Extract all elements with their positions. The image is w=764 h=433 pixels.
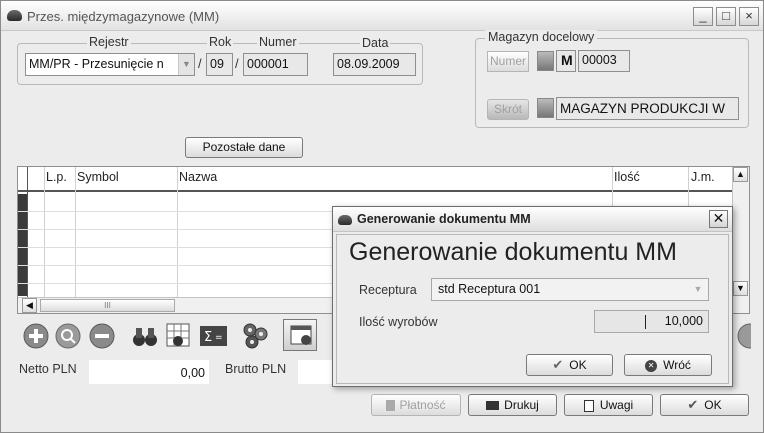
edit-icon[interactable] [55, 323, 81, 349]
dialog-ok-button[interactable]: ✔ OK [526, 354, 613, 376]
rok-label: Rok [207, 35, 234, 49]
note-icon [583, 399, 594, 412]
receptura-select[interactable]: std Receptura 001 ▼ [431, 278, 709, 301]
column-jm[interactable]: J.m. [691, 170, 715, 184]
scroll-up-icon[interactable]: ▲ [733, 167, 748, 182]
window-title: Przes. międzymagazynowe (MM) [27, 9, 220, 24]
row-marker [18, 284, 27, 296]
rejestr-select[interactable]: MM/PR - Przesunięcie n ▼ [25, 53, 195, 76]
separator-slash-2: / [235, 56, 239, 71]
magazyn-prefix: M [556, 50, 576, 72]
ilosc-wyrobow-value: 10,000 [664, 314, 703, 328]
receptura-value: std Receptura 001 [438, 282, 541, 296]
partial-circle-icon[interactable] [737, 323, 751, 349]
horizontal-scrollbar[interactable]: ◀ III [18, 297, 338, 313]
drukuj-button[interactable]: Drukuj [468, 394, 557, 416]
chevron-down-icon[interactable]: ▼ [178, 54, 194, 75]
numer-button[interactable]: Numer [487, 51, 529, 72]
netto-value: 0,00 [89, 360, 209, 384]
maximize-button[interactable]: □ [716, 7, 736, 26]
row-marker [18, 194, 27, 211]
dialog-body: Generowanie dokumentu MM Receptura std R… [336, 234, 729, 384]
column-divider [44, 167, 45, 297]
cancel-icon: ✕ [645, 359, 658, 372]
scroll-down-icon[interactable]: ▼ [733, 281, 748, 296]
magazyn-docelowy-label: Magazyn docelowy [485, 30, 598, 44]
row-marker [18, 266, 27, 283]
text-cursor [645, 315, 646, 329]
generowanie-dialog: Generowanie dokumentu MM ✕ Generowanie d… [332, 206, 733, 387]
column-ilosc[interactable]: Ilość [614, 170, 640, 184]
table-search-icon[interactable] [166, 323, 192, 349]
numer-field[interactable]: 000001 [243, 53, 308, 76]
svg-text:=: = [215, 333, 223, 343]
separator-slash: / [198, 56, 202, 71]
uwagi-label: Uwagi [599, 398, 634, 412]
dialog-wroc-label: Wróć [663, 358, 691, 372]
rejestr-value: MM/PR - Przesunięcie n [29, 57, 164, 71]
dialog-title-bar: Generowanie dokumentu MM ✕ [333, 207, 732, 232]
magazyn-numer-field[interactable]: 00003 [578, 50, 630, 72]
magazyn-nazwa-field[interactable]: MAGAZYN PRODUKCJI W [556, 97, 739, 120]
data-label: Data [360, 36, 391, 50]
sum-icon[interactable]: Σ = [199, 323, 229, 349]
uwagi-button[interactable]: Uwagi [564, 394, 653, 416]
netto-label: Netto PLN [19, 362, 77, 376]
scroll-thumb[interactable]: III [40, 299, 175, 312]
skrot-button[interactable]: Skrót [487, 99, 529, 120]
platnosc-label: Płatność [399, 398, 446, 412]
chevron-down-icon[interactable]: ▼ [690, 281, 706, 298]
column-lp[interactable]: L.p. [46, 170, 67, 184]
remove-icon[interactable] [89, 323, 115, 349]
column-divider [75, 167, 76, 297]
pozostale-dane-button[interactable]: Pozostałe dane [185, 137, 303, 158]
rok-field[interactable]: 09 [206, 53, 233, 76]
ilosc-wyrobow-field[interactable]: 10,000 [594, 310, 709, 333]
checkmark-icon: ✔ [552, 357, 564, 372]
lookup-icon-2[interactable] [537, 98, 554, 118]
document-icon [290, 325, 312, 345]
dialog-close-button[interactable]: ✕ [709, 210, 728, 228]
brutto-value [298, 360, 334, 384]
close-button[interactable]: × [739, 7, 759, 26]
ilosc-wyrobow-label: Ilość wyrobów [359, 315, 438, 329]
drukuj-label: Drukuj [504, 398, 539, 412]
checkmark-icon: ✔ [687, 397, 699, 412]
minimize-button[interactable]: _ [693, 7, 713, 26]
ok-button[interactable]: ✔ OK [660, 394, 749, 416]
column-divider [177, 167, 178, 297]
svg-text:Σ: Σ [204, 330, 212, 345]
row-marker [18, 230, 27, 247]
data-field[interactable]: 08.09.2009 [333, 53, 416, 76]
rejestr-label: Rejestr [87, 35, 131, 49]
dialog-app-icon [338, 215, 352, 225]
generate-document-button[interactable] [283, 319, 317, 351]
dialog-heading: Generowanie dokumentu MM [349, 238, 677, 266]
app-icon [7, 10, 22, 21]
lookup-icon[interactable] [537, 51, 554, 71]
scroll-left-icon[interactable]: ◀ [22, 298, 37, 313]
numer-label: Numer [257, 35, 299, 49]
printer-icon [486, 401, 500, 411]
receptura-label: Receptura [359, 283, 417, 297]
vertical-scrollbar[interactable]: ▲ ▼ [732, 167, 749, 313]
dialog-ok-label: OK [569, 358, 587, 372]
ok-label: OK [704, 398, 722, 412]
platnosc-button[interactable]: Płatność [371, 394, 461, 416]
table-header: L.p. Symbol Nazwa Ilość J.m. [18, 167, 733, 192]
row-marker [18, 248, 27, 265]
payment-icon [386, 400, 396, 412]
row-marker [18, 212, 27, 229]
main-window: Przes. międzymagazynowe (MM) _ □ × Rejes… [0, 0, 764, 433]
gears-icon[interactable] [241, 321, 271, 351]
dialog-title: Generowanie dokumentu MM [357, 212, 531, 226]
column-symbol[interactable]: Symbol [77, 170, 119, 184]
binoculars-icon[interactable] [131, 323, 159, 349]
title-bar: Przes. międzymagazynowe (MM) _ □ × [1, 1, 763, 31]
dialog-wroc-button[interactable]: ✕ Wróć [624, 354, 712, 376]
brutto-label: Brutto PLN [225, 362, 287, 376]
column-nazwa[interactable]: Nazwa [179, 170, 217, 184]
add-icon[interactable] [23, 323, 49, 349]
row-indicator-divider [27, 167, 28, 297]
